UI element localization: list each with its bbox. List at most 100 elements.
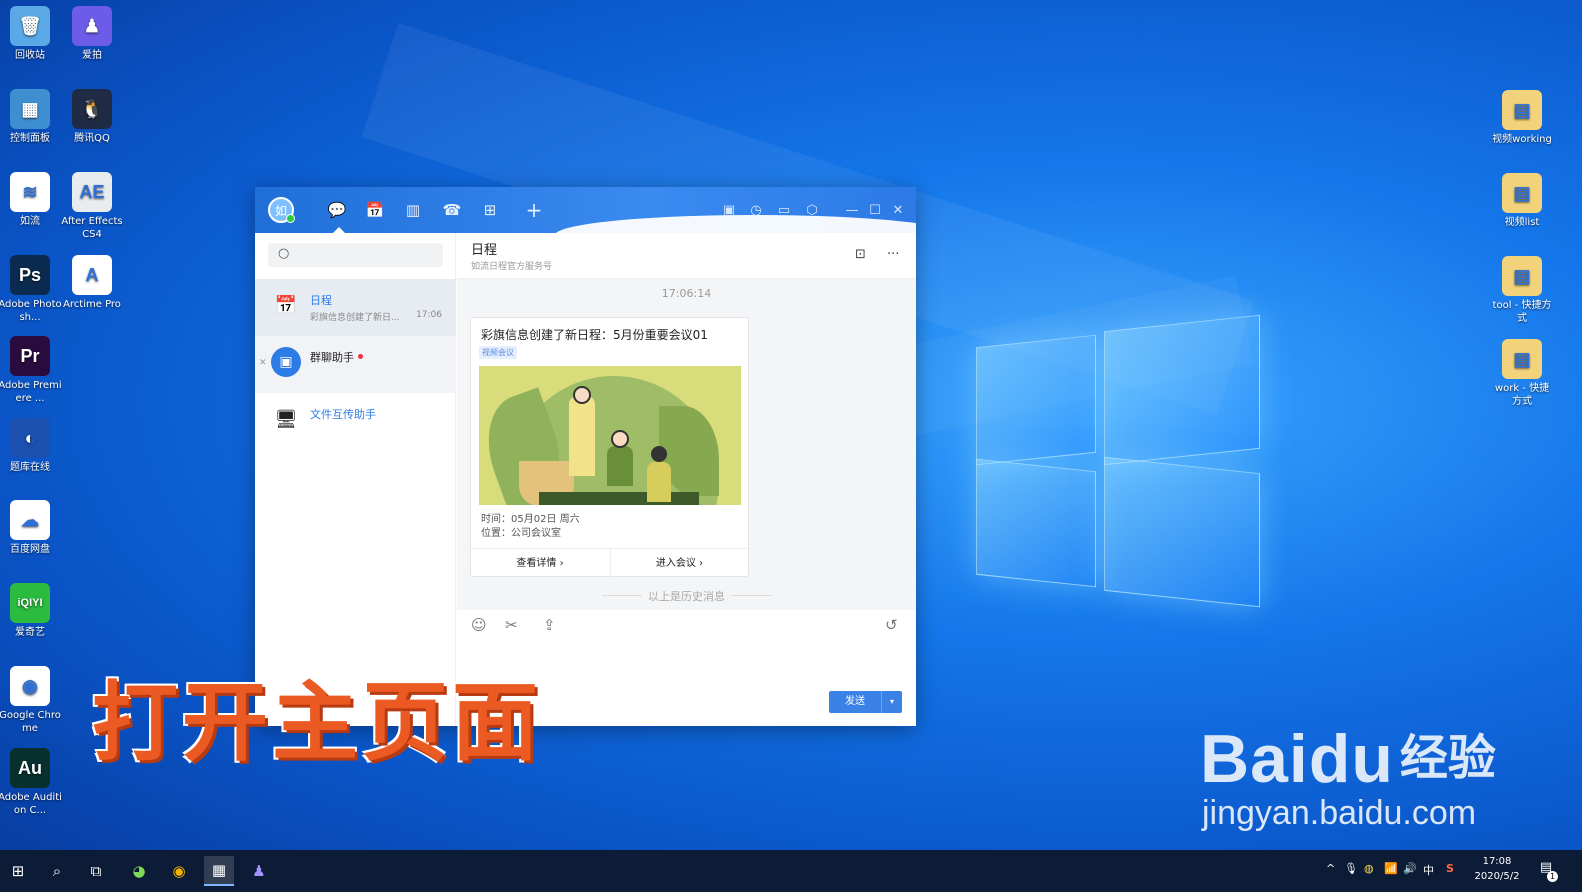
conversation-item-group-assistant[interactable]: ✕ ▣ 群聊助手 <box>255 336 456 393</box>
desktop-icon-label: 百度网盘 <box>10 544 50 555</box>
unread-dot <box>358 354 363 359</box>
desktop-icon[interactable]: ♟ 爱拍 <box>60 6 124 62</box>
app-icon: ▤ <box>1502 339 1542 379</box>
join-meeting-button[interactable]: 进入会议 › <box>610 549 748 578</box>
send-options-icon[interactable]: ▾ <box>881 691 902 713</box>
schedule-card: 彩旗信息创建了新日程：5月份重要会议01 视频会议 时间：05月02日 周六 位… <box>470 317 749 578</box>
card-time: 时间：05月02日 周六 <box>481 514 580 525</box>
conversation-name: 群聊助手 <box>310 349 363 365</box>
desktop-icon[interactable]: ☁ 百度网盘 <box>0 500 62 556</box>
desktop-icon-label: work - 快捷方式 <box>1494 383 1550 407</box>
desktop-icon[interactable]: ▤ tool - 快捷方式 <box>1490 256 1554 325</box>
start-icon[interactable]: ⊞ <box>3 856 33 886</box>
calendar-tab-icon[interactable]: 📅 <box>364 199 386 221</box>
tray-app-icon[interactable]: ◍ <box>1364 862 1374 875</box>
desktop-icon[interactable]: ▤ 视频list <box>1490 173 1554 229</box>
conversation-item-schedule[interactable]: 📅 日程 彩旗信息创建了新日... 17:06 <box>255 279 456 336</box>
notification-icon[interactable]: ▤ 1 <box>1534 860 1558 882</box>
message-history-icon[interactable]: ↺ <box>885 616 898 634</box>
close-conversation-icon[interactable]: ✕ <box>259 358 267 368</box>
clock[interactable]: 17:08 2020/5/2 <box>1472 854 1522 884</box>
add-icon[interactable]: + <box>523 198 545 222</box>
close-icon[interactable]: ✕ <box>889 201 907 219</box>
desktop-icon-label: After Effects CS4 <box>61 216 123 240</box>
windows-logo <box>976 313 1262 608</box>
desktop-icon[interactable]: Ps Adobe Photosh... <box>0 255 62 324</box>
desktop-icon[interactable]: iQIYI 爱奇艺 <box>0 583 62 639</box>
contacts-tab-icon[interactable]: ▥ <box>402 199 424 221</box>
desktop-icon-label: 如流 <box>20 216 40 227</box>
chrome-icon[interactable]: ◉ <box>164 856 194 886</box>
minimize-icon[interactable]: — <box>843 201 861 219</box>
profile-icon[interactable]: ⊡ <box>855 247 866 262</box>
search-input[interactable] <box>298 245 438 265</box>
app-icon[interactable]: ◕ <box>124 856 154 886</box>
microphone-icon[interactable]: 🎙 <box>1344 862 1358 875</box>
desktop-icon[interactable]: AE After Effects CS4 <box>60 172 124 241</box>
notes-icon[interactable]: ▣ <box>720 201 738 219</box>
conversation-item-file-transfer[interactable]: 🖥 文件互传助手 <box>255 393 456 450</box>
search-box[interactable]: ○ <box>268 243 443 267</box>
apps-tab-icon[interactable]: ⊞ <box>479 199 501 221</box>
folder-icon[interactable]: ▭ <box>775 201 793 219</box>
desktop-icon-label: 腾讯QQ <box>74 133 110 144</box>
user-avatar[interactable]: 如 <box>268 197 295 223</box>
more-icon[interactable]: ··· <box>887 247 899 262</box>
desktop-icon[interactable]: 🗑 回收站 <box>0 6 62 62</box>
chat-title: 日程 <box>471 243 498 258</box>
input-method-icon[interactable]: 中 <box>1423 862 1434 878</box>
desktop-icon[interactable]: Pr Adobe Premiere ... <box>0 336 62 405</box>
phone-tab-icon[interactable]: ☎ <box>441 199 463 221</box>
task-view-icon[interactable]: ⧉ <box>81 856 111 886</box>
settings-icon[interactable]: ⬡ <box>803 201 821 219</box>
compose-toolbar: ☺ ✂ ⇪ ↺ <box>457 610 916 642</box>
desktop-icon[interactable]: ▦ 控制面板 <box>0 89 62 145</box>
desktop-icon-label: 视频working <box>1492 134 1552 145</box>
calendar-app-icon[interactable]: ▦ <box>204 856 234 886</box>
app-icon: ◉ <box>10 666 50 706</box>
screenshot-icon[interactable]: ✂ <box>505 616 518 634</box>
desktop-icon[interactable]: ◐ 题库在线 <box>0 418 62 474</box>
desktop-icon-label: 爱拍 <box>82 50 102 61</box>
desktop-icon[interactable]: 🐧 腾讯QQ <box>60 89 124 145</box>
app-icon: 🐧 <box>72 89 112 129</box>
chat-window: 如 💬 📅 ▥ ☎ ⊞ + ▣ ◷ ▭ ⬡ — ☐ ✕ ○ 📅 日程 彩旗信息创… <box>255 187 916 726</box>
app-icon: Au <box>10 748 50 788</box>
send-button[interactable]: 发送 ▾ <box>829 691 902 713</box>
messages-tab-icon[interactable]: 💬 <box>326 199 348 221</box>
upload-file-icon[interactable]: ⇪ <box>543 616 556 634</box>
desktop-icon[interactable]: ◉ Google Chrome <box>0 666 62 735</box>
show-hidden-icons[interactable]: ^ <box>1326 862 1335 875</box>
history-icon[interactable]: ◷ <box>747 201 765 219</box>
desktop-icon-label: 题库在线 <box>10 462 50 473</box>
desktop-icon[interactable]: A Arctime Pro <box>60 255 124 311</box>
emoji-icon[interactable]: ☺ <box>471 616 487 634</box>
message-timestamp: 17:06:14 <box>661 287 712 300</box>
app-icon: Pr <box>10 336 50 376</box>
search-icon: ○ <box>278 246 290 261</box>
search-icon[interactable]: ⌕ <box>42 856 72 886</box>
desktop-icon[interactable]: Au Adobe Audition C... <box>0 748 62 817</box>
volume-icon[interactable]: 🔊 <box>1403 862 1417 875</box>
online-status-dot <box>286 214 295 223</box>
desktop-icon-label: tool - 快捷方式 <box>1492 300 1552 324</box>
app-icon: ◐ <box>10 418 50 458</box>
app-icon: A <box>72 255 112 295</box>
network-icon[interactable]: 📶 <box>1384 862 1398 875</box>
aipai-icon[interactable]: ♟ <box>244 856 274 886</box>
desktop-icon-label: 控制面板 <box>10 133 50 144</box>
desktop-icon[interactable]: ≋ 如流 <box>0 172 62 228</box>
avatar-text: 如 <box>274 203 287 218</box>
maximize-icon[interactable]: ☐ <box>866 201 884 219</box>
app-icon: ≋ <box>10 172 50 212</box>
conversation-name: 日程 <box>310 294 332 307</box>
desktop-icon-label: Adobe Photosh... <box>0 299 62 323</box>
view-details-button[interactable]: 查看详情 › <box>471 549 609 578</box>
conversation-preview: 彩旗信息创建了新日... <box>310 313 400 323</box>
app-icon: ▦ <box>10 89 50 129</box>
sogou-icon[interactable]: S <box>1446 862 1454 875</box>
desktop-icon[interactable]: ▤ work - 快捷方式 <box>1490 339 1554 408</box>
history-divider: 以上是历史消息 <box>457 588 916 604</box>
desktop-icon[interactable]: ▤ 视频working <box>1490 90 1554 146</box>
chat-header: 日程 如流日程官方服务号 ⊡ ··· <box>457 233 916 279</box>
